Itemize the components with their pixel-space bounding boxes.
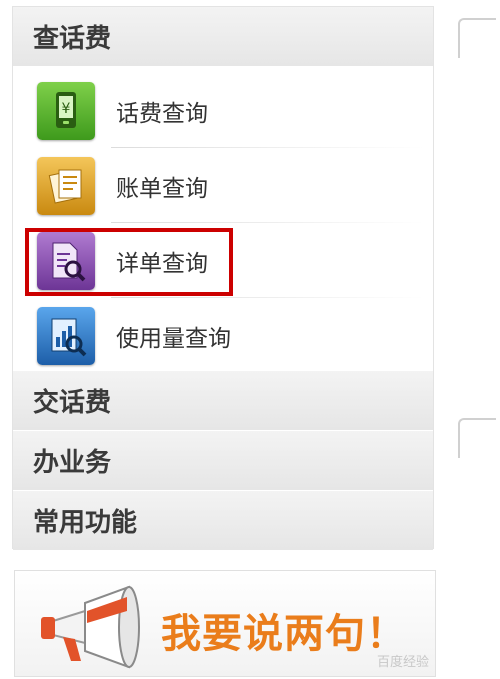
svg-text:¥: ¥: [62, 101, 71, 117]
phone-yuan-icon: ¥: [37, 81, 95, 140]
section-header-label: 办业务: [33, 448, 112, 478]
feedback-banner-text: 我要说两句！: [161, 611, 407, 657]
corner-decoration: [458, 18, 496, 58]
section-header-handle-business[interactable]: 办业务: [13, 431, 433, 490]
bill-documents-icon: [37, 156, 95, 215]
section-header-query-fees[interactable]: 查话费: [13, 7, 433, 66]
usage-chart-magnifier-icon: [37, 306, 95, 365]
section-header-pay-fees[interactable]: 交话费: [13, 371, 433, 430]
highlight-box: [25, 228, 233, 296]
section-header-label: 常用功能: [33, 508, 138, 538]
section-header-label: 查话费: [33, 24, 112, 54]
feedback-banner[interactable]: 我要说两句！ 百度经验: [14, 570, 436, 677]
section-header-common-functions[interactable]: 常用功能: [13, 491, 433, 550]
megaphone-icon: [41, 585, 140, 669]
menu-item-label: 话费查询: [116, 100, 208, 127]
section-header-label: 交话费: [33, 388, 112, 418]
watermark: 百度经验: [376, 655, 429, 670]
corner-decoration: [458, 418, 496, 458]
menu-item-usage-query[interactable]: 使用量查询: [13, 298, 433, 373]
menu-item-fee-query[interactable]: ¥ 话费查询: [13, 73, 433, 148]
menu-item-bill-query[interactable]: 账单查询: [13, 148, 433, 223]
menu-item-label: 使用量查询: [116, 325, 231, 352]
menu-item-label: 账单查询: [116, 175, 208, 202]
